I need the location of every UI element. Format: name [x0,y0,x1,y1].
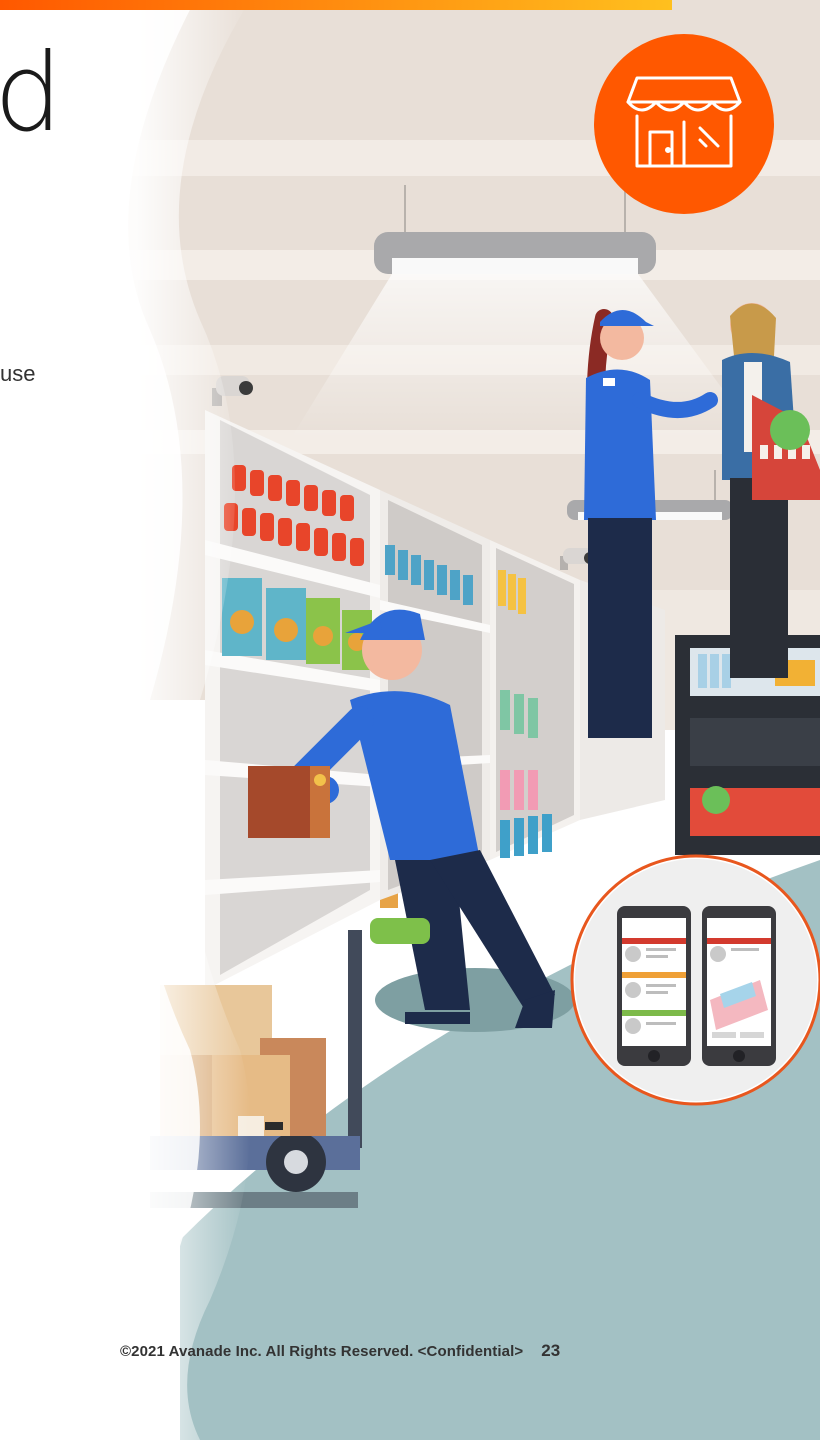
slide-title-fragment: d [0,31,63,156]
slide-body-fragment: use [0,361,36,386]
mobile-app-mockup [570,854,820,1106]
top-accent-bar [0,0,672,10]
page-number: 23 [541,1341,561,1360]
copyright-notice: ©2021 Avanade Inc. All Rights Reserved. … [120,1342,524,1360]
store-scene [0,0,820,1440]
slide-page: d use ©2021 Avanade Inc. All Rights Rese… [0,0,820,1440]
storefront-icon [594,34,774,214]
slide-footer: ©2021 Avanade Inc. All Rights Reserved. … [120,1336,680,1366]
